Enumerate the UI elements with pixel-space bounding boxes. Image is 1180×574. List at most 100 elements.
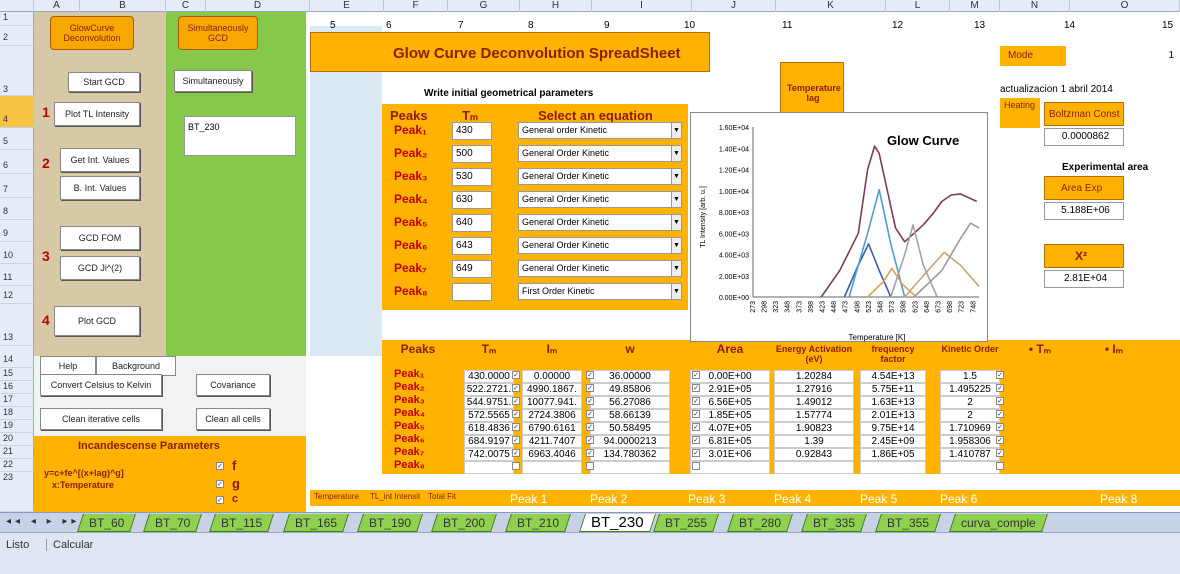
sheet-tab[interactable]: BT_115 [209,514,275,532]
equation-select[interactable]: General Order Kinetic ▼ [518,260,682,277]
row23-label[interactable]: Peak 5 [860,492,897,506]
fit-checkbox[interactable]: ✓ [586,436,594,444]
sheet-tab[interactable]: BT_210 [505,514,571,532]
gcd-ji2-button[interactable]: GCD Ji^(2) [60,256,140,280]
result-cell-tm[interactable]: 742.0075 [464,448,514,461]
tm-input[interactable]: 649 [452,260,492,278]
fit-checkbox[interactable]: ✓ [586,423,594,431]
result-cell-s[interactable]: 2.45E+09 [860,435,926,448]
result-cell-w[interactable]: 56.27086 [590,396,670,409]
row-header[interactable]: 21 [0,446,34,459]
row23-label[interactable]: Peak 4 [774,492,811,506]
row-header[interactable]: 3 [0,46,34,96]
result-cell-b[interactable]: 1.495225 [940,383,1000,396]
result-cell-area[interactable]: 3.01E+06 [690,448,770,461]
col-header[interactable]: H [520,0,592,12]
result-cell-b[interactable]: 1.5 [940,370,1000,383]
result-cell-tm[interactable]: 544.9751. [464,396,514,409]
col-header[interactable]: F [384,0,448,12]
sheet-tab[interactable]: BT_355 [875,514,941,532]
fit-checkbox[interactable]: ✓ [996,410,1004,418]
chi2-value-cell[interactable]: 2.81E+04 [1044,270,1124,288]
result-cell-area[interactable]: 0.00E+00 [690,370,770,383]
param-g-checkbox[interactable]: ✓ [216,480,224,488]
sheet-tab[interactable]: BT_200 [431,514,497,532]
tm-input[interactable]: 643 [452,237,492,255]
equation-select[interactable]: General Order Kinetic ▼ [518,191,682,208]
fit-checkbox[interactable]: ✓ [692,423,700,431]
row-header[interactable]: 17 [0,394,34,407]
tm-input[interactable]: 630 [452,191,492,209]
fit-checkbox[interactable]: ✓ [692,371,700,379]
row23-label[interactable]: Temperature [314,492,359,501]
result-cell-tm[interactable]: 572.5565 [464,409,514,422]
row-header[interactable]: 18 [0,407,34,420]
convert-celsius-kelvin-button[interactable]: Convert Celsius to Kelvin [40,374,162,396]
result-cell-s[interactable]: 1.86E+05 [860,448,926,461]
fit-checkbox[interactable]: ✓ [512,436,520,444]
dropdown-arrow-icon[interactable]: ▼ [671,215,681,230]
row-header[interactable]: 13 [0,304,34,346]
col-header[interactable]: B [80,0,166,12]
result-cell-im[interactable]: 6790.6161 [522,422,582,435]
fit-checkbox[interactable]: ✓ [692,436,700,444]
result-cell-tm[interactable]: 522.2721. [464,383,514,396]
sheet-tab[interactable]: BT_335 [801,514,867,532]
result-cell-w[interactable] [590,461,670,474]
result-cell-e[interactable]: 1.27916 [774,383,854,396]
fit-checkbox[interactable] [586,462,594,470]
equation-select[interactable]: General Order Kinetic ▼ [518,168,682,185]
fit-checkbox[interactable]: ✓ [512,397,520,405]
clean-all-cells-button[interactable]: Clean all cells [196,408,270,430]
result-cell-im[interactable]: 2724.3806 [522,409,582,422]
row-header[interactable]: 4 [0,96,34,128]
simultaneously-gcd-button[interactable]: Simultaneously GCD [178,16,258,50]
result-cell-w[interactable]: 49.85806 [590,383,670,396]
tab-nav-arrows[interactable]: ◂◂ ◂ ▸ ▸▸ [6,516,80,527]
result-cell-im[interactable] [522,461,582,474]
fit-checkbox[interactable] [996,462,1004,470]
col-header[interactable]: C [166,0,206,12]
row-header[interactable]: 12 [0,286,34,304]
result-cell-e[interactable] [774,461,854,474]
result-cell-b[interactable]: 1.958306 [940,435,1000,448]
result-cell-e[interactable]: 1.20284 [774,370,854,383]
result-cell-w[interactable]: 94.0000213 [590,435,670,448]
fit-checkbox[interactable]: ✓ [512,384,520,392]
fit-checkbox[interactable]: ✓ [996,449,1004,457]
fit-checkbox[interactable]: ✓ [692,449,700,457]
gcd-fom-button[interactable]: GCD FOM [60,226,140,250]
row-header[interactable]: 9 [0,220,34,242]
row-header[interactable]: 11 [0,264,34,286]
dropdown-arrow-icon[interactable]: ▼ [671,238,681,253]
row23-label[interactable]: Total Fit [428,492,456,501]
result-cell-area[interactable]: 2.91E+05 [690,383,770,396]
fit-checkbox[interactable]: ✓ [586,410,594,418]
plot-gcd-button[interactable]: Plot GCD [54,306,140,336]
fit-checkbox[interactable]: ✓ [692,410,700,418]
result-cell-b[interactable]: 1.710969 [940,422,1000,435]
sheet-grid[interactable]: Glow Curve Deconvolution SpreadSheet 5 6… [34,12,1180,512]
result-cell-e[interactable]: 1.39 [774,435,854,448]
result-cell-b[interactable]: 2 [940,396,1000,409]
col-header[interactable]: J [692,0,776,12]
fit-checkbox[interactable]: ✓ [512,423,520,431]
fit-checkbox[interactable]: ✓ [512,371,520,379]
fit-checkbox[interactable]: ✓ [512,410,520,418]
result-cell-s[interactable]: 2.01E+13 [860,409,926,422]
col-header[interactable]: O [1070,0,1180,12]
row-header[interactable]: 8 [0,198,34,220]
sheet-tab[interactable]: BT_165 [283,514,349,532]
b-int-values-button[interactable]: B. Int. Values [60,176,140,200]
fit-checkbox[interactable]: ✓ [692,397,700,405]
col-header[interactable]: D [206,0,310,12]
covariance-button[interactable]: Covariance [196,374,270,396]
result-cell-area[interactable]: 1.85E+05 [690,409,770,422]
row23-label[interactable]: Peak 3 [688,492,725,506]
fit-checkbox[interactable]: ✓ [996,397,1004,405]
tm-input[interactable] [452,283,492,301]
result-cell-im[interactable]: 10077.941. [522,396,582,409]
result-cell-w[interactable]: 50.58495 [590,422,670,435]
simultaneously-button[interactable]: Simultaneously [174,70,252,92]
get-int-values-button[interactable]: Get Int. Values [60,148,140,172]
